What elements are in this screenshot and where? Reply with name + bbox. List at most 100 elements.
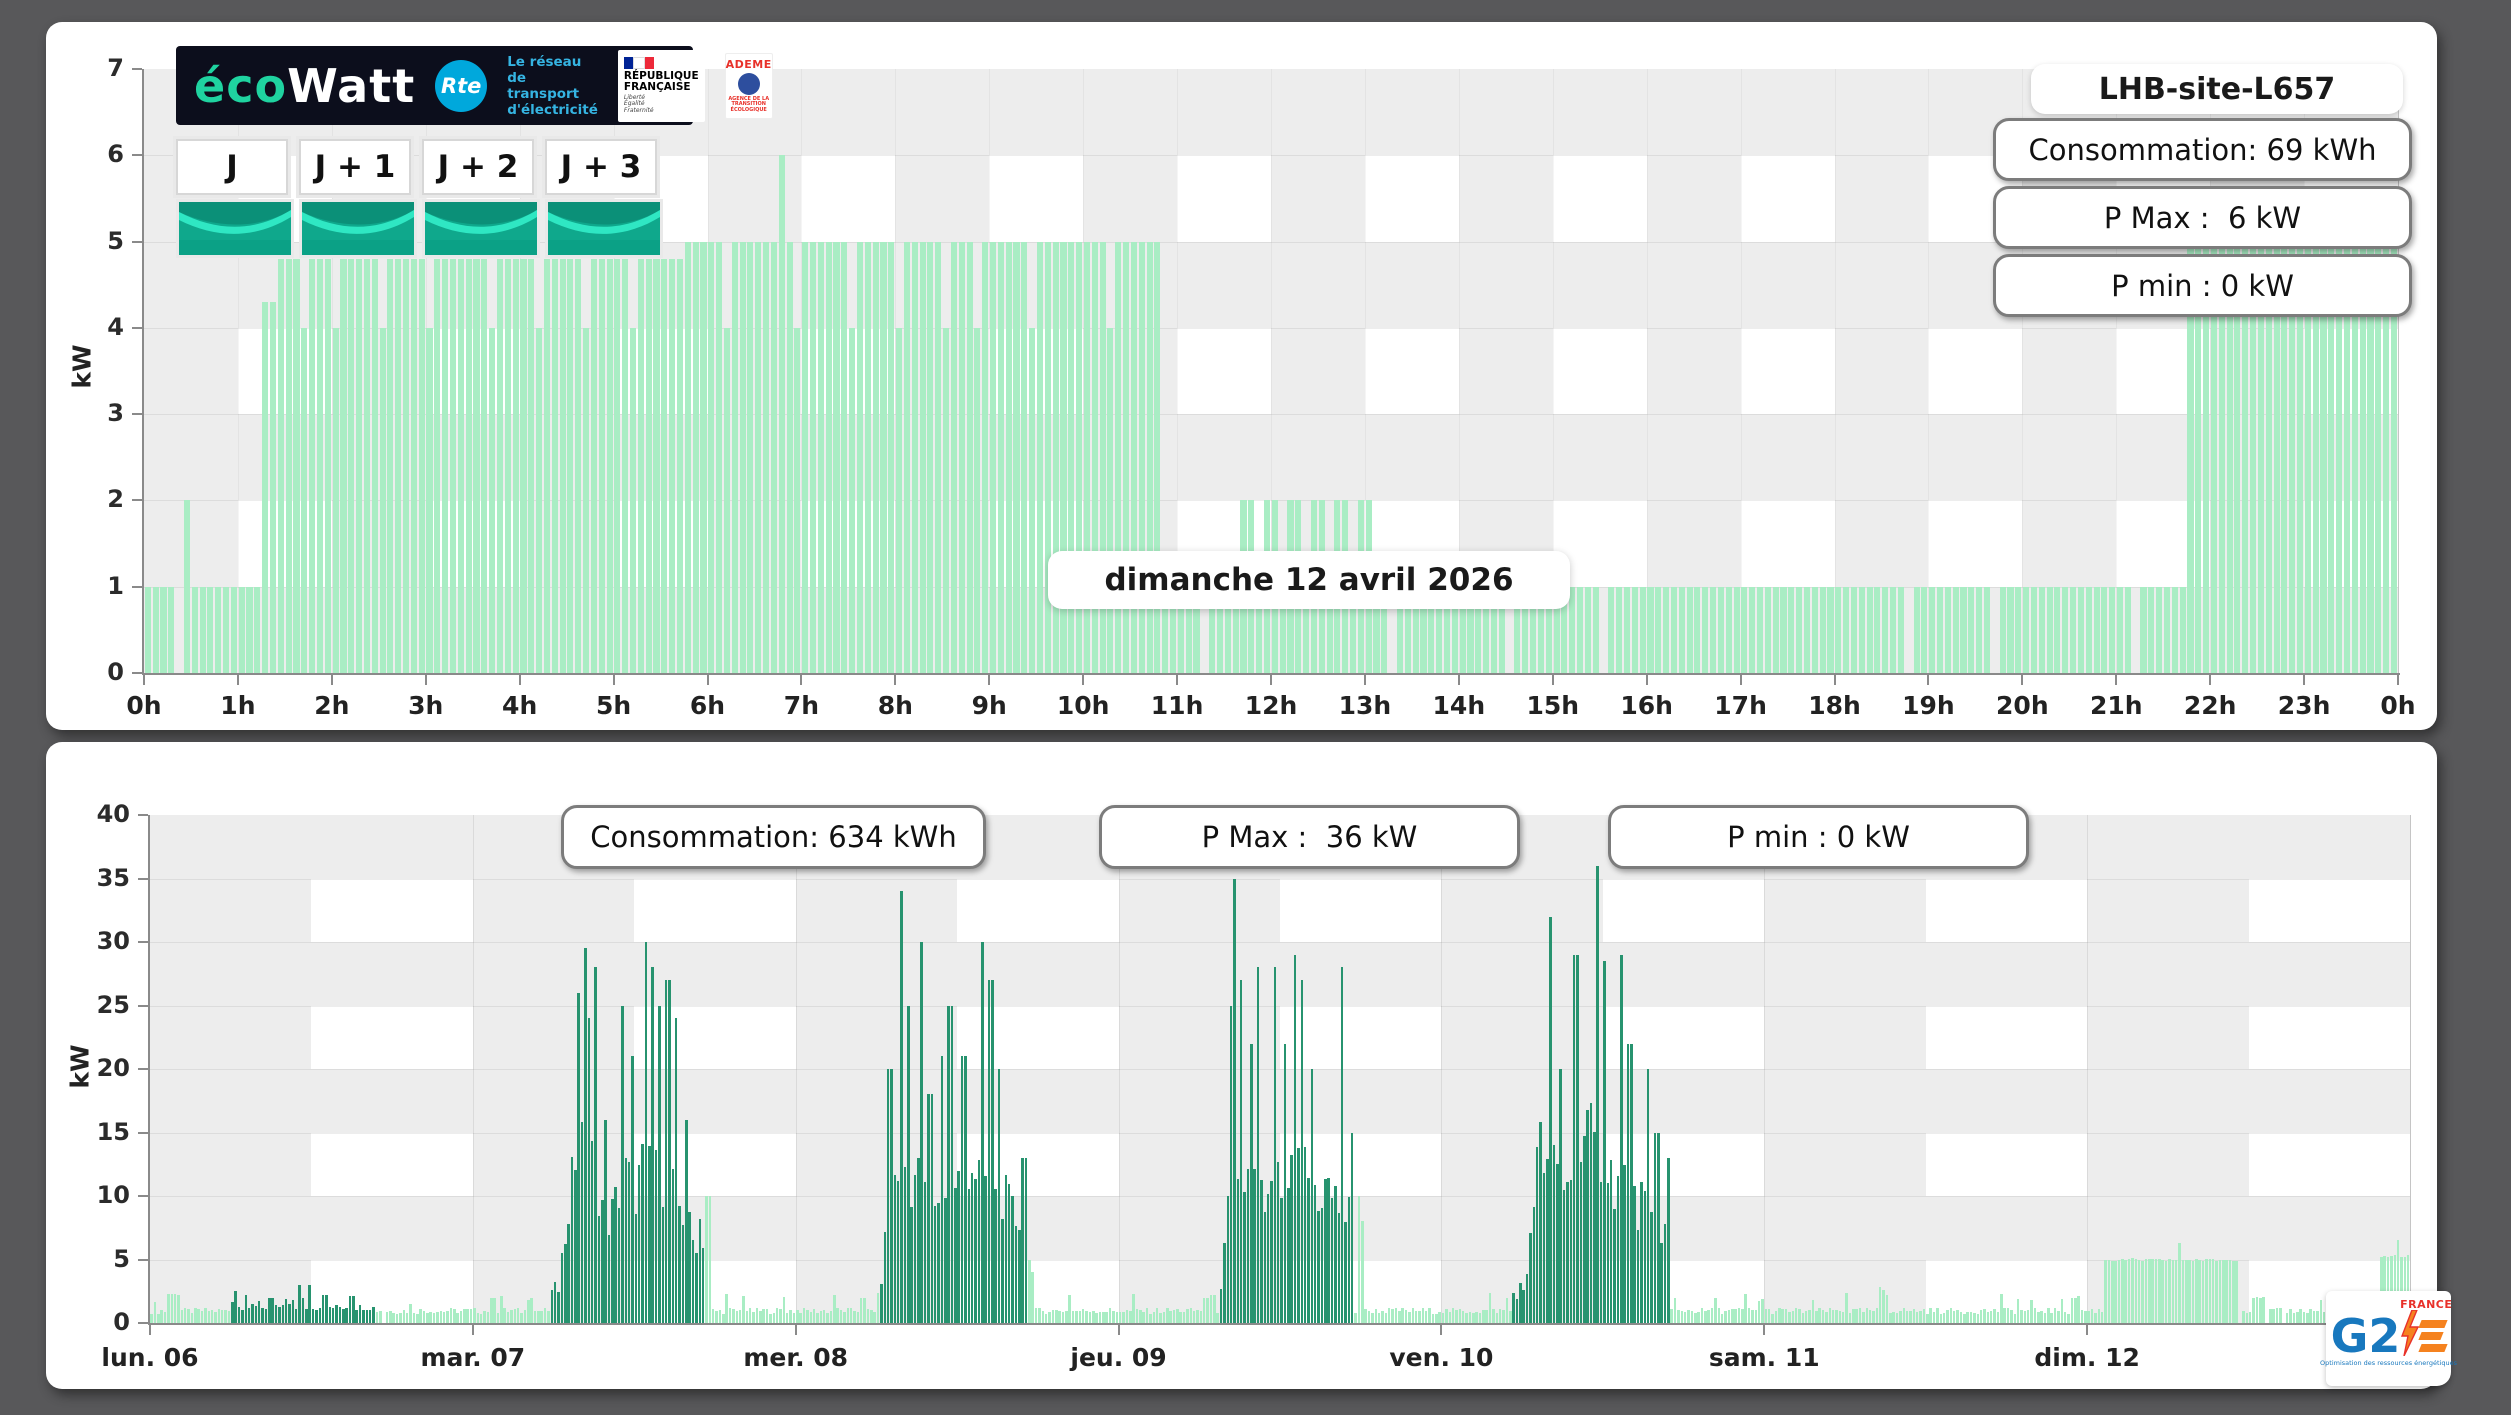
power-bar <box>1404 1310 1408 1323</box>
power-bar <box>755 1307 759 1323</box>
power-bar <box>982 241 989 673</box>
power-bar <box>1608 586 1615 673</box>
power-bar <box>2090 1309 2094 1323</box>
grid-cell <box>1552 155 1647 242</box>
power-bar <box>903 241 911 673</box>
power-bar <box>1260 1180 1263 1323</box>
power-bar <box>752 1311 755 1323</box>
power-bar <box>634 1214 638 1323</box>
power-bar <box>1680 1310 1683 1323</box>
power-bar <box>2077 586 2084 673</box>
power-bar <box>540 1310 543 1323</box>
power-bar <box>305 1308 308 1323</box>
ademe-tag3: ÉCOLOGIQUE <box>730 106 767 113</box>
day-button-3[interactable]: J + 3 <box>542 136 663 258</box>
power-bar <box>2174 1260 2178 1323</box>
power-bar <box>806 1309 809 1323</box>
power-bar <box>748 1307 752 1323</box>
power-bar <box>1694 1313 1697 1323</box>
power-bar <box>1300 980 1303 1323</box>
power-bar <box>553 1282 557 1323</box>
power-bar <box>1583 1135 1586 1323</box>
power-bar <box>1377 1313 1381 1323</box>
power-bar <box>1495 1313 1498 1323</box>
power-bar <box>1374 1308 1377 1323</box>
power-bar <box>2124 586 2131 673</box>
power-bar <box>1670 586 1677 673</box>
power-bar <box>1115 1311 1118 1323</box>
power-bar <box>1068 1294 1071 1323</box>
power-bar <box>957 1171 960 1323</box>
power-bar <box>1290 1154 1293 1323</box>
power-bar <box>762 1309 765 1323</box>
power-bar <box>1636 1230 1640 1323</box>
power-bar <box>1488 1292 1492 1323</box>
power-bar <box>883 1232 886 1323</box>
power-bar <box>1021 1157 1024 1323</box>
power-bar <box>1182 1311 1186 1323</box>
ecowatt-watt-text: Watt <box>287 58 416 113</box>
power-bar <box>2000 1293 2003 1323</box>
power-bar <box>1324 1179 1327 1323</box>
ecowatt-signal-thumbnail <box>176 199 294 258</box>
power-bar <box>1330 1197 1334 1323</box>
power-bar <box>1155 1308 1159 1323</box>
power-bar <box>601 1200 604 1323</box>
power-bar <box>2100 1311 2104 1323</box>
power-bar <box>1764 586 1771 673</box>
power-bar <box>629 327 637 673</box>
power-bar <box>786 241 793 673</box>
x-tick-label: 0h <box>2380 691 2416 720</box>
g2e-france-text: FRANCE <box>2400 1298 2453 1311</box>
power-bar <box>1586 1110 1589 1323</box>
grid-cell <box>2248 1005 2410 1069</box>
power-bar <box>1371 1313 1374 1323</box>
power-bar <box>1969 1311 1973 1323</box>
power-bar <box>1686 586 1693 673</box>
power-bar <box>1788 586 1795 673</box>
grid-band <box>150 942 2410 1006</box>
power-bar <box>403 258 410 673</box>
power-bar <box>997 1069 1001 1323</box>
grid-cell <box>1928 327 2023 415</box>
power-bar <box>1963 1313 1966 1323</box>
power-bar <box>510 1310 513 1323</box>
day-button-1[interactable]: J + 1 <box>296 136 417 258</box>
power-bar <box>886 1069 890 1323</box>
power-bar <box>490 1297 493 1323</box>
power-bar <box>769 1313 772 1323</box>
power-bar <box>481 258 488 673</box>
power-bar <box>405 1312 409 1323</box>
power-bar <box>849 327 856 673</box>
power-bar <box>1973 1313 1976 1323</box>
daily-chart-panel: 0 1 2 3 4 5 6 7 0h 1h 2h 3h 4h 5h 6h 7h 8h 9h 10h 11h 12h 13h… <box>46 22 2437 730</box>
ecowatt-signal-thumbnail <box>299 199 417 258</box>
power-bar <box>859 1297 863 1323</box>
x-tick-label: 21h <box>2089 691 2143 720</box>
power-bar <box>688 1212 691 1323</box>
power-bar <box>658 1005 661 1323</box>
power-bar <box>463 1309 466 1323</box>
power-bar <box>607 1234 611 1323</box>
power-bar <box>278 1307 281 1323</box>
day-button-label: J <box>173 136 291 198</box>
power-bar <box>2141 1260 2144 1323</box>
power-bar <box>567 258 574 673</box>
power-bar <box>1572 954 1576 1323</box>
power-bar <box>1029 327 1036 673</box>
power-bar <box>802 241 809 673</box>
x-tick-label: 3h <box>408 691 444 720</box>
grid-cell <box>2022 327 2117 415</box>
power-bar <box>1216 1313 1219 1323</box>
power-bar <box>1843 586 1850 673</box>
power-bar <box>342 1308 345 1323</box>
power-bar <box>984 1175 987 1323</box>
power-bar <box>870 1310 873 1323</box>
power-bar <box>2242 1310 2245 1323</box>
power-bar <box>190 1312 194 1323</box>
power-bar <box>1772 586 1779 673</box>
day-button-0[interactable]: J <box>173 136 294 258</box>
power-bar <box>2111 1261 2114 1323</box>
x-tick-label: 18h <box>1808 691 1861 720</box>
day-button-2[interactable]: J + 2 <box>419 136 540 258</box>
